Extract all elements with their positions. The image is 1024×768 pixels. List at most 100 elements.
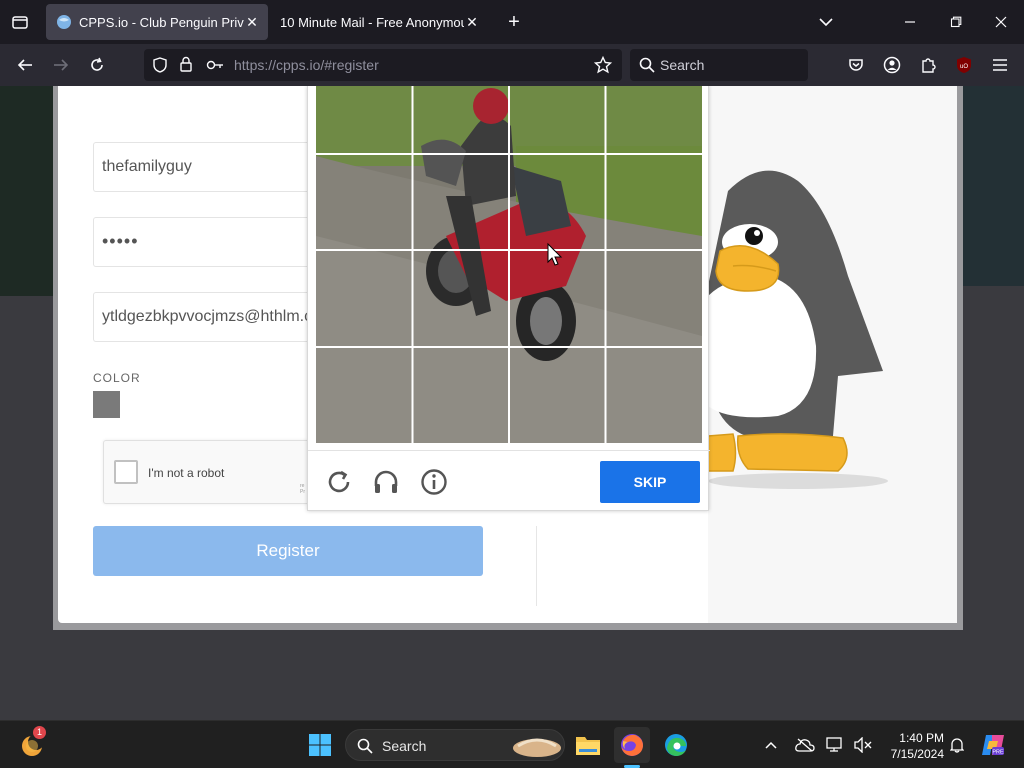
minimize-icon	[905, 21, 915, 23]
username-field[interactable]: thefamilyguy	[93, 142, 333, 192]
captcha-image-grid[interactable]	[316, 86, 702, 443]
start-button[interactable]	[302, 727, 338, 763]
penguin-preview-panel	[707, 86, 957, 623]
reload-button[interactable]	[84, 52, 110, 78]
web-page: thefamilyguy ••••• ytldgezbkpvvocjmzs@ht…	[0, 86, 1024, 720]
copilot-icon: PRE	[982, 735, 1004, 756]
edge-icon	[665, 734, 687, 756]
tab-bar: CPPS.io - Club Penguin Private ✕ 10 Minu…	[0, 0, 1024, 44]
search-icon	[639, 57, 655, 73]
chevron-up-icon	[765, 741, 777, 749]
navigation-toolbar: https://cpps.io/#register Search uO	[0, 44, 1024, 86]
list-all-tabs-button[interactable]	[814, 10, 838, 34]
globe-favicon-icon	[57, 15, 71, 29]
pocket-button[interactable]	[843, 52, 869, 78]
extensions-button[interactable]	[915, 52, 941, 78]
clock[interactable]: 1:40 PM 7/15/2024	[880, 730, 944, 762]
svg-text:uO: uO	[960, 64, 968, 70]
taskbar-search-label: Search	[382, 738, 427, 754]
svg-text:PRE: PRE	[992, 750, 1004, 756]
bookmark-star-icon[interactable]	[594, 56, 612, 74]
windows-logo-icon	[309, 734, 331, 756]
display-button[interactable]	[820, 727, 850, 763]
address-bar[interactable]: https://cpps.io/#register	[144, 49, 622, 81]
copilot-button[interactable]: PRE	[975, 727, 1011, 763]
audio-icon[interactable]	[372, 468, 400, 496]
firefox-button[interactable]	[614, 727, 650, 763]
notification-badge: 1	[33, 726, 46, 739]
pocket-icon	[849, 59, 863, 71]
tab-cpps[interactable]: CPPS.io - Club Penguin Private ✕	[46, 4, 268, 40]
clock-time: 1:40 PM	[899, 731, 944, 745]
volume-button[interactable]	[848, 727, 878, 763]
new-tab-button[interactable]: +	[502, 10, 526, 34]
tab-list-icon	[12, 16, 28, 29]
windows-taskbar: 1 Search 1:40 PM 7/15/2024 PRE	[0, 720, 1024, 768]
speaker-muted-icon	[854, 737, 872, 753]
lock-icon[interactable]	[179, 56, 193, 73]
key-icon[interactable]	[206, 57, 224, 73]
color-picker-swatch[interactable]	[93, 391, 120, 418]
account-icon	[883, 56, 901, 74]
password-field[interactable]: •••••	[93, 217, 333, 267]
background-scenery	[0, 86, 60, 296]
chevron-down-icon	[819, 18, 833, 27]
notifications-button[interactable]	[944, 727, 970, 763]
onedrive-button[interactable]	[790, 727, 820, 763]
info-icon[interactable]	[420, 468, 448, 496]
close-icon	[995, 16, 1007, 28]
recaptcha-checkbox[interactable]	[114, 460, 138, 484]
app-menu-button[interactable]	[987, 52, 1013, 78]
close-window-button[interactable]	[987, 8, 1015, 36]
color-label: COLOR	[93, 371, 141, 385]
ublock-shield-icon: uO	[957, 57, 971, 73]
search-placeholder: Search	[660, 57, 705, 73]
reload-icon	[91, 57, 103, 71]
show-hidden-icons-button[interactable]	[756, 727, 786, 763]
search-input[interactable]: Search	[630, 49, 808, 81]
puzzle-piece-icon	[922, 58, 936, 73]
tab-title: CPPS.io - Club Penguin Private	[79, 14, 244, 30]
tab-close-icon[interactable]: ✕	[244, 14, 260, 31]
bell-icon	[950, 738, 964, 753]
folder-icon	[576, 737, 600, 755]
register-button[interactable]: Register	[93, 526, 483, 576]
recaptcha-privacy-text: re Pr	[300, 483, 305, 495]
plus-icon: +	[508, 10, 520, 33]
recaptcha-widget: I'm not a robot re Pr	[103, 440, 323, 504]
tab-list-button[interactable]	[8, 10, 32, 34]
back-arrow-icon	[17, 59, 32, 71]
monitor-icon	[826, 737, 842, 752]
skip-button[interactable]: SKIP	[600, 461, 700, 503]
forward-arrow-icon	[54, 59, 69, 71]
tab-close-icon[interactable]: ✕	[464, 14, 480, 31]
edge-button[interactable]	[658, 727, 694, 763]
ublock-origin-button[interactable]: uO	[951, 52, 977, 78]
tab-title: 10 Minute Mail - Free Anonymous T	[280, 14, 464, 30]
forward-button[interactable]	[48, 52, 74, 78]
restore-button[interactable]	[942, 8, 970, 36]
back-button[interactable]	[12, 52, 38, 78]
firefox-icon	[621, 734, 643, 756]
email-field[interactable]: ytldgezbkpvvocjmzs@hthlm.c	[93, 292, 333, 342]
restore-icon	[950, 16, 962, 28]
tab-10-minute-mail[interactable]: 10 Minute Mail - Free Anonymous T ✕	[270, 4, 488, 40]
url-text[interactable]: https://cpps.io/#register	[234, 57, 379, 73]
search-highlight-icon	[513, 738, 561, 757]
minimize-button[interactable]	[896, 8, 924, 36]
account-button[interactable]	[879, 52, 905, 78]
penguin-avatar-illustration	[707, 170, 888, 489]
captcha-challenge: SKIP	[307, 86, 710, 511]
shield-icon[interactable]	[152, 57, 168, 73]
taskbar-search[interactable]: Search	[345, 729, 565, 761]
cloud-offline-icon	[795, 738, 815, 752]
background-scenery	[954, 86, 1024, 286]
captcha-toolbar: SKIP	[308, 450, 710, 511]
clock-date: 7/15/2024	[890, 747, 944, 761]
reload-icon[interactable]	[325, 468, 353, 496]
hamburger-menu-icon	[993, 59, 1007, 71]
file-explorer-button[interactable]	[570, 727, 606, 763]
recaptcha-label: I'm not a robot	[148, 466, 225, 480]
panel-divider	[536, 526, 537, 606]
search-icon	[357, 738, 373, 754]
